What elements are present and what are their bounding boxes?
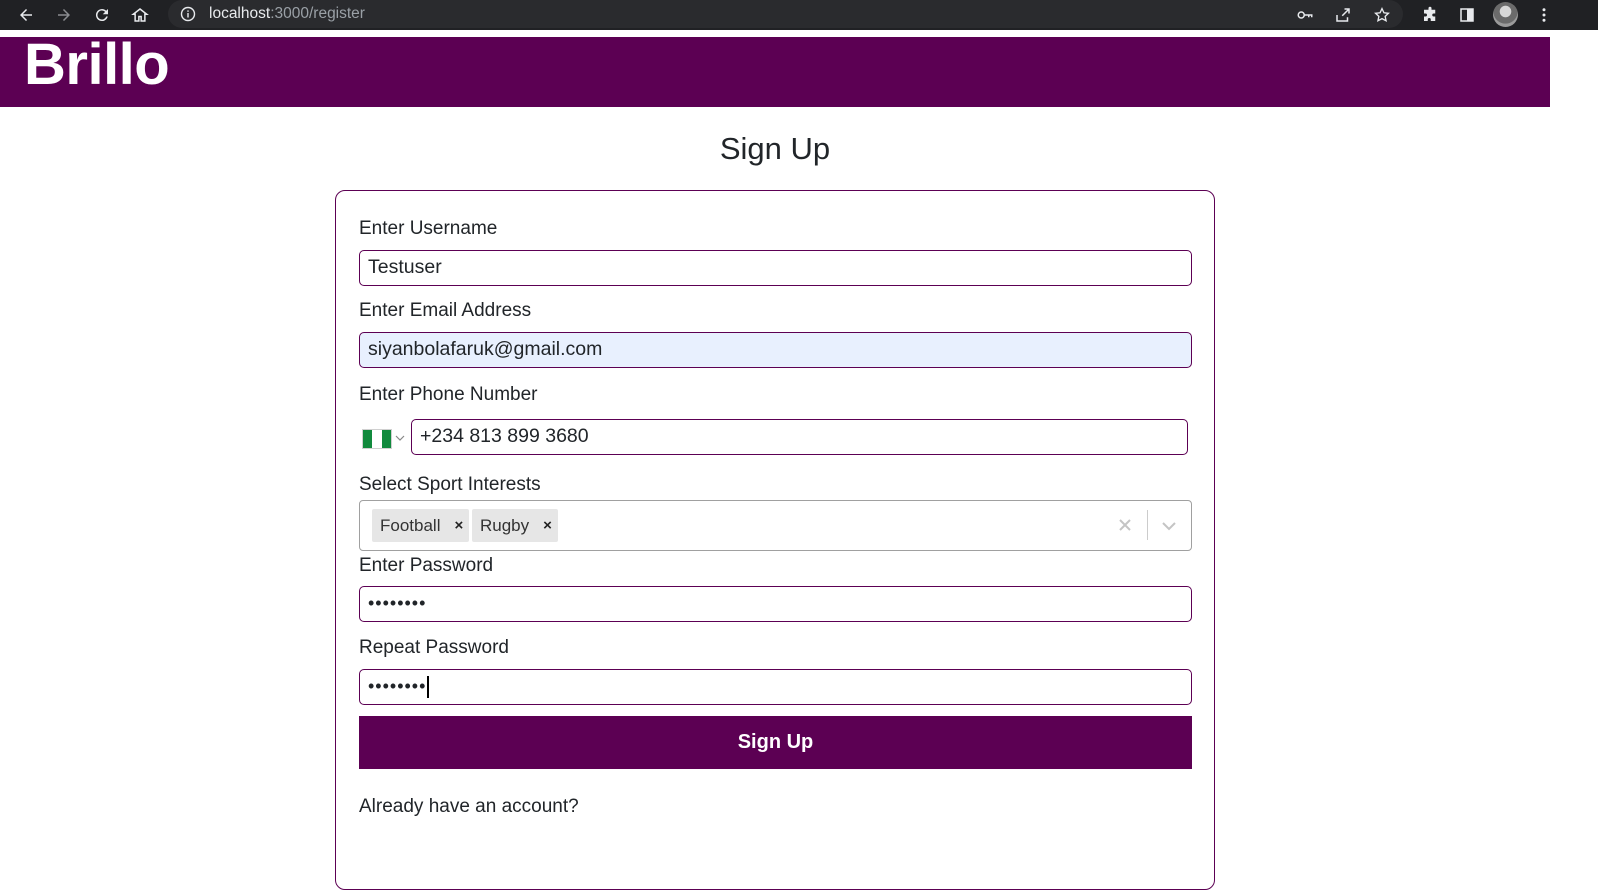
sport-chip-rugby: Rugby × — [472, 509, 558, 542]
home-icon[interactable] — [128, 3, 152, 27]
repeat-password-label: Repeat Password — [359, 637, 509, 658]
app-header: Brillo — [0, 33, 1550, 107]
nigeria-flag-icon[interactable] — [362, 429, 392, 449]
signin-prompt: Already have an account? — [359, 796, 579, 817]
chevron-down-icon[interactable] — [1160, 517, 1178, 535]
bookmark-star-icon[interactable] — [1370, 3, 1394, 27]
clear-selection-icon[interactable] — [1116, 516, 1134, 534]
forward-arrow-icon[interactable] — [52, 3, 76, 27]
back-arrow-icon[interactable] — [14, 3, 38, 27]
url-text: localhost:3000/register — [209, 5, 365, 23]
phone-label: Enter Phone Number — [359, 384, 538, 405]
password-label: Enter Password — [359, 555, 494, 576]
brand-logo[interactable]: Brillo — [24, 33, 170, 97]
side-panel-icon[interactable] — [1455, 3, 1479, 27]
text-cursor — [427, 676, 429, 699]
address-bar[interactable]: localhost:3000/register — [168, 0, 1403, 28]
menu-kebab-icon[interactable] — [1532, 3, 1556, 27]
page-title: Sign Up — [719, 131, 831, 166]
browser-toolbar: localhost:3000/register — [0, 0, 1598, 30]
url-path: :3000/register — [270, 5, 365, 22]
sport-chip-football: Football × — [372, 509, 470, 542]
select-indicator-separator — [1147, 510, 1148, 540]
password-key-icon[interactable] — [1293, 3, 1317, 27]
site-info-icon[interactable] — [180, 6, 196, 22]
country-dropdown-chevron-icon[interactable] — [395, 433, 405, 443]
sign-up-button[interactable]: Sign Up — [359, 716, 1192, 769]
extensions-puzzle-icon[interactable] — [1418, 3, 1442, 27]
page-gutter — [1550, 30, 1598, 854]
sport-chip-label: Football — [380, 515, 441, 535]
phone-input[interactable]: +234 813 899 3680 — [411, 419, 1188, 455]
reload-icon[interactable] — [90, 3, 114, 27]
username-label: Enter Username — [359, 218, 498, 239]
url-host: localhost — [209, 5, 271, 22]
email-input[interactable]: siyanbolafaruk@gmail.com — [359, 332, 1192, 368]
username-input[interactable]: Testuser — [359, 250, 1192, 286]
sport-chip-label: Rugby — [480, 515, 530, 535]
profile-avatar[interactable] — [1493, 2, 1518, 27]
password-input[interactable]: •••••••• — [359, 586, 1192, 622]
sports-label: Select Sport Interests — [359, 474, 541, 495]
repeat-password-input[interactable]: •••••••• — [359, 669, 1192, 705]
email-label: Enter Email Address — [359, 300, 532, 321]
repeat-password-value: •••••••• — [368, 676, 427, 696]
remove-chip-icon[interactable]: × — [537, 517, 558, 534]
share-icon[interactable] — [1331, 3, 1355, 27]
remove-chip-icon[interactable]: × — [448, 517, 469, 534]
